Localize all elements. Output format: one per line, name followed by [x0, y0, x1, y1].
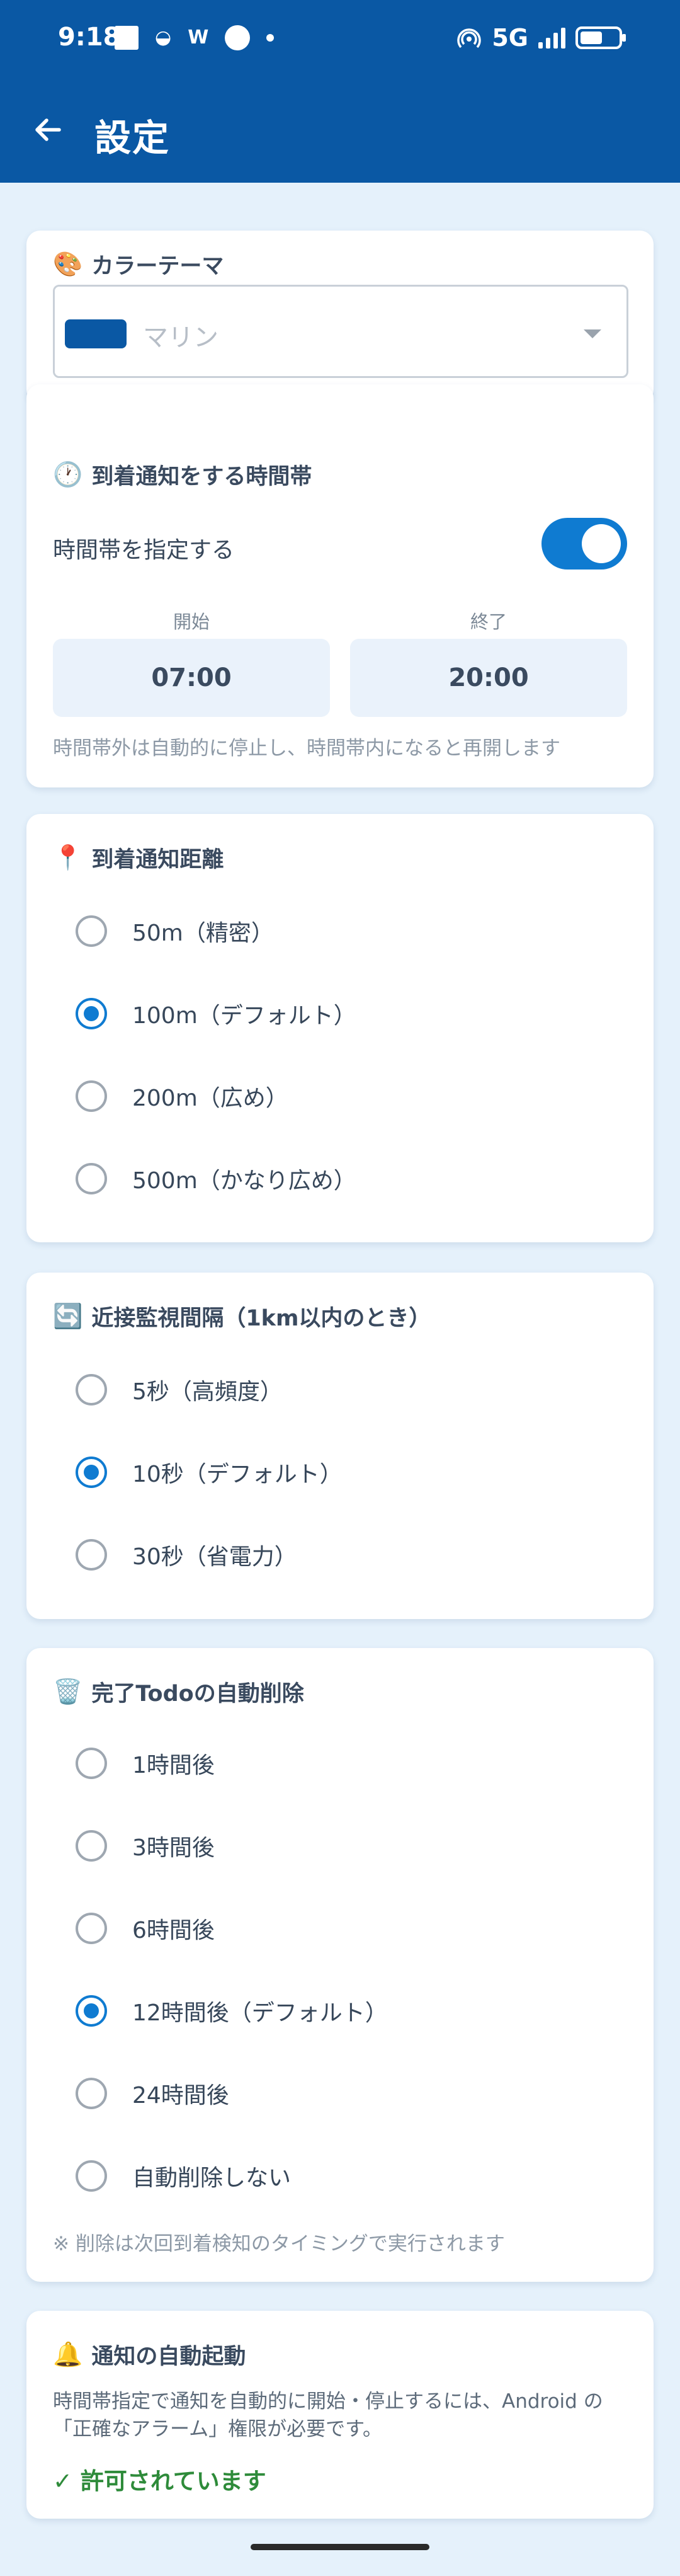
- clock-icon: 🕐: [53, 461, 83, 488]
- radio-label: 12時間後（デフォルト）: [132, 2000, 388, 2026]
- time-window-hint: 時間帯外は自動的に停止し、時間帯内になると再開します: [53, 737, 560, 760]
- time-window-toggle[interactable]: [541, 518, 627, 570]
- hotspot-icon: [457, 28, 482, 49]
- auto-delete-option-never[interactable]: 自動削除しない: [76, 2160, 291, 2192]
- top-app-bar: 9:18 ◒ W 5G 設定: [0, 0, 680, 183]
- app-bar: 設定: [0, 94, 680, 164]
- auto-delete-title: 🗑️ 完了Todoの自動削除: [53, 1676, 304, 1708]
- distance-option-100m[interactable]: 100m（デフォルト）: [76, 997, 356, 1030]
- color-theme-value: マリン: [143, 323, 218, 352]
- color-theme-card: 🎨 カラーテーマ マリン: [26, 231, 654, 403]
- distance-option-500m[interactable]: 500m（かなり広め）: [76, 1162, 356, 1195]
- auto-start-description: 時間帯指定で通知を自動的に開始・停止するには、Android の「正確なアラーム…: [53, 2390, 603, 2441]
- radio-label: 6時間後: [132, 1918, 215, 1943]
- interval-title: 🔄 近接監視間隔（1km以内のとき）: [53, 1300, 431, 1332]
- home-indicator[interactable]: [251, 2544, 429, 2550]
- auto-delete-option-1h[interactable]: 1時間後: [76, 1747, 215, 1780]
- radio-label: 200m（広め）: [132, 1085, 288, 1111]
- end-time-label: 終了: [470, 611, 507, 633]
- auto-delete-option-3h[interactable]: 3時間後: [76, 1829, 215, 1862]
- more-notifications-dot-icon: [266, 34, 275, 42]
- notification-w-icon: W: [188, 26, 209, 49]
- permission-status: ✓ 許可されています: [53, 2468, 266, 2495]
- network-type: 5G: [492, 24, 528, 52]
- notification-square-icon: [115, 26, 139, 50]
- radio-button[interactable]: [76, 1913, 107, 1944]
- battery-icon: [575, 26, 626, 49]
- radio-button[interactable]: [76, 2160, 107, 2192]
- end-time-button[interactable]: 20:00: [350, 639, 627, 717]
- radio-label: 10秒（デフォルト）: [132, 1462, 343, 1487]
- refresh-icon: 🔄: [53, 1302, 83, 1330]
- radio-button[interactable]: [76, 1374, 107, 1405]
- radio-button[interactable]: [76, 1539, 107, 1571]
- interval-option-10s[interactable]: 10秒（デフォルト）: [76, 1456, 343, 1489]
- radio-label: 3時間後: [132, 1835, 215, 1861]
- radio-button-selected[interactable]: [76, 1457, 107, 1488]
- color-theme-select[interactable]: マリン: [53, 285, 628, 378]
- radio-label: 50m（精密）: [132, 920, 274, 946]
- auto-delete-option-12h[interactable]: 12時間後（デフォルト）: [76, 1995, 388, 2027]
- radio-button[interactable]: [76, 1830, 107, 1862]
- arrow-left-icon[interactable]: [29, 111, 67, 149]
- page-title: 設定: [94, 117, 171, 159]
- time-window-toggle-label: 時間帯を指定する: [53, 537, 235, 563]
- radio-button-selected[interactable]: [76, 998, 107, 1029]
- trash-icon: 🗑️: [53, 1678, 83, 1705]
- start-time-label: 開始: [173, 611, 210, 633]
- auto-start-label: 通知の自動起動: [91, 2344, 246, 2369]
- auto-delete-option-6h[interactable]: 6時間後: [76, 1912, 215, 1945]
- radio-button[interactable]: [76, 1163, 107, 1194]
- notification-app-icon: ◒: [155, 26, 172, 49]
- start-time-button[interactable]: 07:00: [53, 639, 330, 717]
- time-window-card: 🕐 到着通知をする時間帯 時間帯を指定する 開始 終了 07:00 20:00 …: [26, 384, 654, 787]
- time-window-title: 🕐 到着通知をする時間帯: [53, 459, 312, 491]
- bell-icon: 🔔: [53, 2340, 83, 2368]
- auto-delete-hint: ※ 削除は次回到着検知のタイミングで実行されます: [53, 2233, 505, 2255]
- signal-icon: [538, 27, 565, 49]
- radio-label: 5秒（高頻度）: [132, 1379, 283, 1405]
- status-bar: 9:18 ◒ W 5G: [0, 0, 680, 76]
- distance-card: 📍 到着通知距離 50m（精密） 100m（デフォルト） 200m（広め） 50…: [26, 814, 654, 1242]
- radio-button[interactable]: [76, 1748, 107, 1779]
- distance-option-200m[interactable]: 200m（広め）: [76, 1080, 288, 1113]
- radio-label: 24時間後: [132, 2083, 229, 2109]
- interval-card: 🔄 近接監視間隔（1km以内のとき） 5秒（高頻度） 10秒（デフォルト） 30…: [26, 1273, 654, 1619]
- status-indicators: 5G: [456, 24, 626, 52]
- auto-start-title: 🔔 通知の自動起動: [53, 2338, 246, 2371]
- radio-label: 1時間後: [132, 1753, 215, 1778]
- auto-delete-label: 完了Todoの自動削除: [91, 1681, 304, 1707]
- color-theme-label: カラーテーマ: [91, 254, 224, 279]
- auto-start-card: 🔔 通知の自動起動 時間帯指定で通知を自動的に開始・停止するには、Android…: [26, 2311, 654, 2519]
- radio-button-selected[interactable]: [76, 1995, 107, 2027]
- palette-icon: 🎨: [53, 250, 83, 278]
- distance-label: 到着通知距離: [91, 847, 224, 873]
- time-window-label: 到着通知をする時間帯: [91, 464, 312, 489]
- radio-button[interactable]: [76, 2078, 107, 2109]
- radio-button[interactable]: [76, 1080, 107, 1112]
- interval-label: 近接監視間隔（1km以内のとき）: [91, 1306, 431, 1331]
- dropdown-caret-icon: [584, 329, 601, 338]
- auto-delete-option-24h[interactable]: 24時間後: [76, 2077, 229, 2110]
- radio-label: 30秒（省電力）: [132, 1544, 297, 1570]
- radio-label: 100m（デフォルト）: [132, 1003, 356, 1029]
- auto-delete-card: 🗑️ 完了Todoの自動削除 1時間後 3時間後 6時間後 12時間後（デフォル…: [26, 1648, 654, 2282]
- interval-option-30s[interactable]: 30秒（省電力）: [76, 1538, 297, 1571]
- theme-color-swatch: [65, 319, 127, 348]
- color-theme-title: 🎨 カラーテーマ: [53, 248, 224, 280]
- radio-button[interactable]: [76, 915, 107, 947]
- notification-circle-icon: [225, 25, 251, 50]
- distance-title: 📍 到着通知距離: [53, 842, 224, 874]
- status-time: 9:18: [58, 23, 121, 52]
- notification-icons: ◒ W: [115, 25, 275, 50]
- distance-option-50m[interactable]: 50m（精密）: [76, 915, 274, 947]
- pin-icon: 📍: [53, 844, 83, 871]
- interval-option-5s[interactable]: 5秒（高頻度）: [76, 1373, 283, 1406]
- radio-label: 自動削除しない: [132, 2165, 292, 2191]
- radio-label: 500m（かなり広め）: [132, 1168, 356, 1194]
- toggle-knob: [582, 524, 621, 563]
